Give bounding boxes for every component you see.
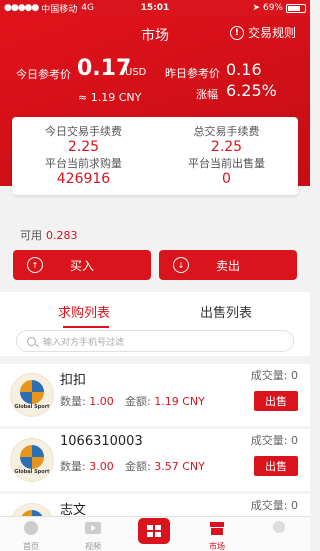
nav-video-label: 视频: [85, 542, 101, 551]
bottom-nav: 首页 视频 市场: [0, 516, 310, 551]
profile-icon: [273, 521, 285, 533]
buy-icon: ↑: [27, 257, 43, 273]
order-volume: 成交量: 0: [250, 499, 298, 512]
store-icon: [210, 522, 224, 535]
nav-video[interactable]: 视频: [62, 517, 124, 551]
nav-market-label: 市场: [209, 542, 225, 551]
sell-qty-stat: 平台当前出售量 0: [155, 155, 298, 187]
nav-home[interactable]: 首页: [0, 517, 62, 551]
home-icon: [24, 521, 38, 535]
sell-to-user-button[interactable]: 出售: [254, 391, 298, 411]
buy-button-label: 买入: [69, 258, 94, 273]
nav-market[interactable]: 市场: [186, 517, 248, 551]
nav-profile[interactable]: [248, 517, 310, 551]
order-amount: 金额: 1.19 CNY: [125, 395, 205, 408]
today-fee-value: 2.25: [67, 139, 100, 155]
search-placeholder: 输入对方手机号过滤: [43, 337, 125, 348]
today-price-label: 今日参考价: [16, 68, 71, 81]
list-item: Global Sport 1066310003 数量: 3.00 金额: 3.5…: [0, 429, 310, 491]
sell-icon: ↓: [173, 257, 189, 273]
search-input[interactable]: 输入对方手机号过滤: [16, 330, 294, 352]
buy-qty-stat: 平台当前求购量 426916: [12, 155, 155, 187]
today-price-cny: ≈ 1.19 CNY: [78, 91, 142, 104]
video-icon: [85, 522, 101, 534]
globe-icon: [20, 445, 44, 469]
buy-qty-label: 平台当前求购量: [45, 157, 122, 170]
status-bar: ●●●●● 中国移动 4G 15:01 ➤ 69%: [0, 0, 310, 16]
globe-icon: [20, 380, 44, 404]
avatar-logo-text: Global Sport: [14, 404, 50, 410]
order-volume: 成交量: 0: [250, 434, 298, 447]
today-fee-stat: 今日交易手续费 2.25: [12, 123, 155, 155]
search-area: 输入对方手机号过滤: [0, 330, 310, 356]
tab-buy-list[interactable]: 求购列表: [58, 302, 110, 321]
sell-qty-label: 平台当前出售量: [188, 157, 265, 170]
search-icon: [27, 336, 36, 346]
total-fee-stat: 总交易手续费 2.25: [155, 123, 298, 155]
sell-qty-value: 0: [222, 171, 231, 187]
sell-button[interactable]: ↓ 卖出: [159, 250, 297, 280]
nav-home-label: 首页: [23, 542, 39, 551]
stats-card: 今日交易手续费 2.25 总交易手续费 2.25 平台当前求购量 426916 …: [12, 117, 298, 195]
available-balance: 可用 0.283: [20, 227, 78, 243]
order-tabs: 求购列表 出售列表: [0, 292, 310, 330]
available-value: 0.283: [46, 229, 78, 242]
sell-button-label: 卖出: [215, 258, 240, 273]
grid-icon: [147, 525, 161, 537]
buy-button[interactable]: ↑ 买入: [13, 250, 151, 280]
order-qty: 数量: 1.00: [60, 395, 114, 408]
order-amount: 金额: 3.57 CNY: [125, 460, 205, 473]
price-change-value: 6.25%: [226, 81, 277, 100]
yesterday-price-label: 昨日参考价: [165, 67, 220, 80]
user-name: 扣扣: [60, 373, 87, 388]
list-item: Global Sport 扣扣 数量: 1.00 金额: 1.19 CNY 成交…: [0, 364, 310, 426]
order-qty: 数量: 3.00: [60, 460, 114, 473]
avatar: Global Sport: [10, 438, 54, 482]
active-tab-indicator: [63, 326, 109, 328]
today-price-unit: USD: [125, 67, 147, 78]
clock: 15:01: [140, 3, 170, 13]
price-change-label: 涨幅: [196, 88, 218, 101]
sell-to-user-button[interactable]: 出售: [254, 456, 298, 476]
order-volume: 成交量: 0: [250, 369, 298, 382]
info-icon: !: [229, 25, 244, 40]
total-fee-value: 2.25: [210, 139, 243, 155]
trading-rules-link[interactable]: ! 交易规则: [229, 24, 296, 41]
buy-qty-value: 426916: [56, 171, 111, 187]
avatar-logo-text: Global Sport: [14, 469, 50, 475]
nav-center-button[interactable]: [138, 518, 170, 544]
today-price-value: 0.17: [77, 56, 132, 81]
today-fee-label: 今日交易手续费: [45, 125, 122, 138]
available-label: 可用: [20, 229, 42, 242]
yesterday-price-value: 0.16: [226, 60, 262, 79]
trading-rules-label: 交易规则: [247, 26, 296, 40]
battery-icon: [286, 3, 306, 13]
avatar: Global Sport: [10, 373, 54, 417]
total-fee-label: 总交易手续费: [193, 125, 260, 138]
tab-sell-list[interactable]: 出售列表: [200, 302, 252, 321]
user-name: 1066310003: [60, 434, 143, 449]
